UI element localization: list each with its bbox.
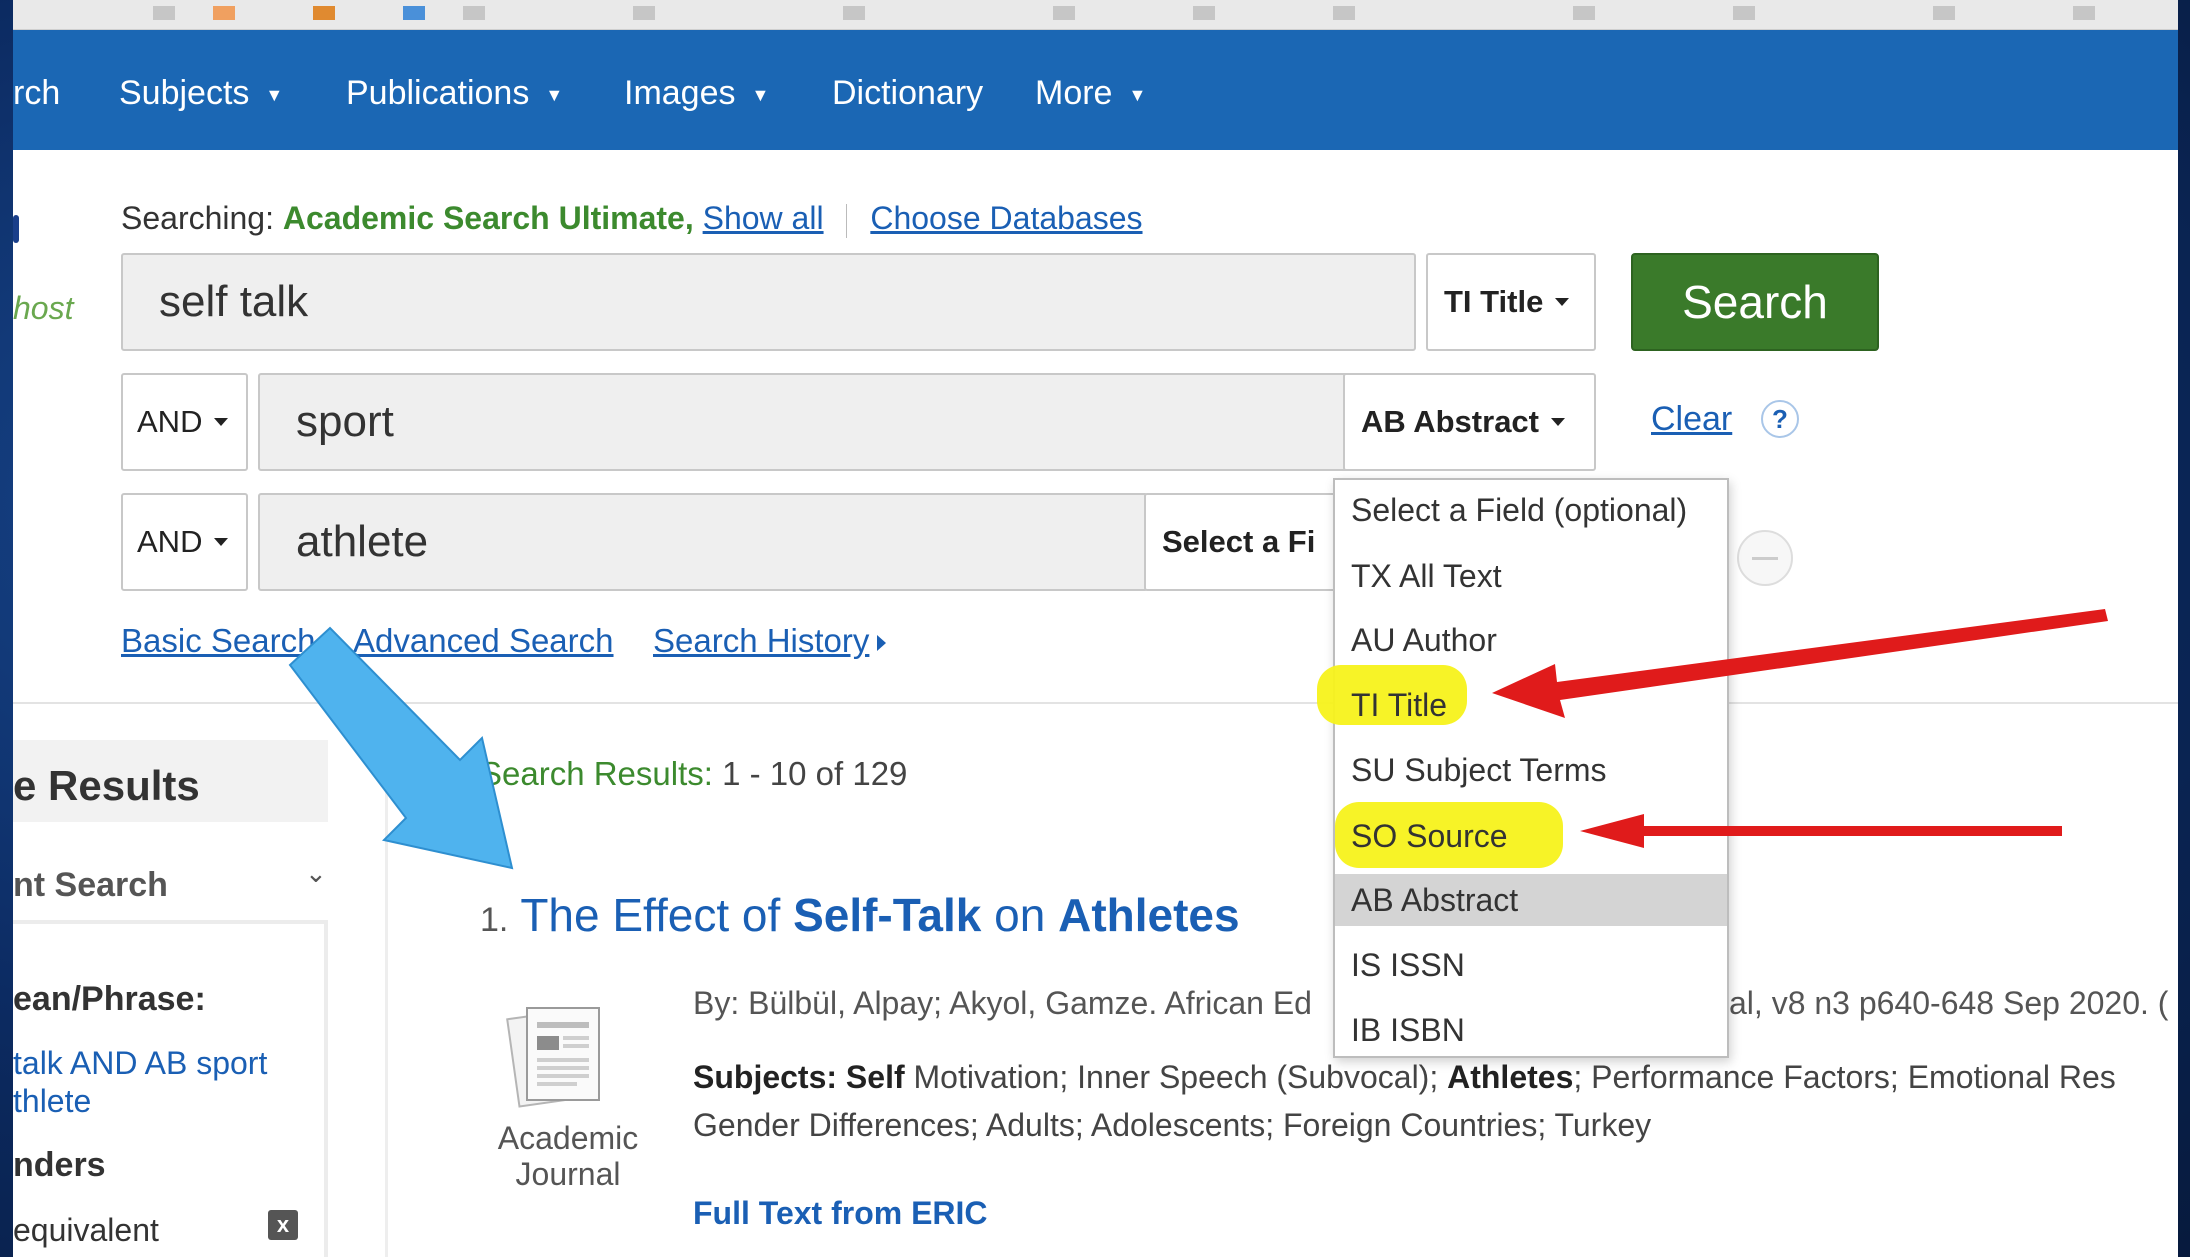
boolean-select-row-2[interactable]: AND xyxy=(121,373,248,471)
browser-toolbar xyxy=(13,0,2178,30)
subject-text-line2: Gender Differences; Adults; Adolescents;… xyxy=(693,1107,1652,1143)
caret-down-icon: ▼ xyxy=(545,84,564,105)
result-number: 1. xyxy=(480,901,509,939)
result-byline: By: Bülbül, Alpay; Akyol, Gamze. African… xyxy=(693,985,1312,1022)
field-select-row-1[interactable]: TI Title xyxy=(1426,253,1596,351)
caret-down-icon: ▼ xyxy=(265,84,284,105)
results-count-label: Search Results: xyxy=(480,755,713,792)
caret-down-icon xyxy=(214,538,229,546)
subject-text: ; Performance Factors; Emotional Res xyxy=(1573,1059,2116,1095)
title-part: The Effect of xyxy=(520,889,794,941)
dropdown-option[interactable]: Select a Field (optional) xyxy=(1335,484,1727,536)
subject-highlight: Athletes xyxy=(1447,1059,1574,1095)
academic-journal-icon xyxy=(506,1007,600,1108)
sidebar-title: e Results xyxy=(13,762,200,809)
dropdown-option[interactable]: IB ISBN xyxy=(1335,1004,1727,1056)
boolean-label: AND xyxy=(137,404,203,439)
nav-item-more[interactable]: More ▼ xyxy=(1035,74,1146,113)
search-input-row-3[interactable]: athlete xyxy=(258,493,1148,591)
caret-down-icon: ▼ xyxy=(751,84,770,105)
caret-down-icon xyxy=(1551,418,1565,426)
caret-down-icon xyxy=(1555,298,1570,306)
dropdown-option-so-source[interactable]: SO Source xyxy=(1335,810,1727,862)
field-select-label: AB Abstract xyxy=(1361,404,1539,439)
remove-row-icon[interactable] xyxy=(1737,530,1793,586)
logo-mark xyxy=(13,215,19,243)
search-results-count: Search Results: 1 - 10 of 129 xyxy=(480,755,907,793)
basic-search-link[interactable]: Basic Search xyxy=(121,622,315,660)
result-byline-right: al, v8 n3 p640-648 Sep 2020. ( xyxy=(1729,985,2168,1022)
query-line: thlete xyxy=(13,1083,92,1119)
boolean-label: AND xyxy=(137,524,203,559)
section-divider xyxy=(13,702,2178,704)
title-part-highlight: Self-Talk xyxy=(793,889,982,941)
byline-left: By: Bülbül, Alpay; Akyol, Gamze. African… xyxy=(693,985,1312,1021)
dropdown-option[interactable]: IS ISSN xyxy=(1335,939,1727,991)
byline-right: al, v8 n3 p640-648 Sep 2020. ( xyxy=(1729,985,2169,1021)
dropdown-option[interactable]: TX All Text xyxy=(1335,550,1727,602)
type-line: Journal xyxy=(515,1156,621,1192)
top-navigation-bar: rch Subjects ▼ Publications ▼ Images ▼ Dict… xyxy=(13,30,2178,150)
search-input-row-2[interactable]: sport xyxy=(258,373,1348,471)
result-subjects: Subjects: Self Motivation; Inner Speech … xyxy=(693,1053,2116,1149)
caret-down-icon: ▼ xyxy=(1128,84,1147,105)
subjects-label: Subjects: xyxy=(693,1059,838,1095)
field-select-row-3[interactable]: Select a Fi xyxy=(1144,493,1344,591)
basic-search-label: Basic Search xyxy=(121,622,316,659)
advanced-search-link[interactable]: Advanced Search xyxy=(353,622,614,660)
expanders-label: nders xyxy=(13,1146,106,1184)
clear-link[interactable]: Clear xyxy=(1651,400,1732,439)
database-name: Academic Search Ultimate, xyxy=(282,200,694,236)
search-button[interactable]: Search xyxy=(1631,253,1879,351)
boolean-phrase-label: ean/Phrase: xyxy=(13,980,206,1018)
searching-label: Searching: xyxy=(121,200,274,236)
dropdown-option-ti-title[interactable]: TI Title xyxy=(1335,679,1727,731)
help-icon[interactable]: ? xyxy=(1761,400,1799,438)
title-part: on xyxy=(981,889,1059,941)
ebsco-host-logo: host xyxy=(13,290,74,326)
results-count-value: 1 - 10 of 129 xyxy=(722,755,908,792)
search-history-link[interactable]: Search History xyxy=(653,622,887,660)
publication-type-label: Academic Journal xyxy=(493,1120,643,1192)
field-select-label: TI Title xyxy=(1444,284,1544,319)
browser-screenshot: rch Subjects ▼ Publications ▼ Images ▼ Dict… xyxy=(13,0,2178,1257)
field-dropdown-menu: Select a Field (optional) TX All Text AU… xyxy=(1317,478,1729,1058)
choose-databases-link[interactable]: Choose Databases xyxy=(870,200,1142,236)
caret-down-icon xyxy=(214,418,229,426)
refine-results-header: e Results xyxy=(13,740,328,822)
field-select-label: Select a Fi xyxy=(1162,524,1316,559)
searching-database-line: Searching: Academic Search Ultimate, Sho… xyxy=(121,200,1143,238)
nav-item-search[interactable]: rch xyxy=(13,74,60,113)
full-text-link[interactable]: Full Text from ERIC xyxy=(693,1195,988,1232)
boolean-select-row-3[interactable]: AND xyxy=(121,493,248,591)
title-part-highlight: Athletes xyxy=(1058,889,1240,941)
nav-item-images[interactable]: Images ▼ xyxy=(624,74,769,113)
nav-item-dictionary[interactable]: Dictionary xyxy=(832,74,983,113)
current-search-heading[interactable]: nt Search xyxy=(13,866,168,905)
advanced-search-label: Advanced Search xyxy=(353,622,614,659)
field-select-row-2[interactable]: AB Abstract xyxy=(1343,373,1596,471)
nav-item-publications[interactable]: Publications ▼ xyxy=(346,74,563,113)
query-line: talk AND AB sport xyxy=(13,1045,268,1081)
dropdown-option[interactable]: SU Subject Terms xyxy=(1335,744,1727,796)
current-query-link[interactable]: talk AND AB sport thlete xyxy=(13,1044,267,1120)
subject-text: Motivation; Inner Speech (Subvocal); xyxy=(904,1059,1448,1095)
dropdown-option-selected[interactable]: AB Abstract xyxy=(1335,874,1727,926)
apply-equivalent-subjects: equivalent xyxy=(13,1212,159,1248)
result-title-link[interactable]: 1. The Effect of Self-Talk on Athletes xyxy=(480,888,1240,942)
dropdown-option[interactable]: AU Author xyxy=(1335,614,1727,666)
search-input-row-1[interactable]: self talk xyxy=(121,253,1416,351)
show-all-link[interactable]: Show all xyxy=(703,200,824,236)
subject-highlight: Self xyxy=(845,1059,905,1095)
separator xyxy=(846,203,848,238)
caret-right-icon xyxy=(877,635,887,652)
chevron-down-icon[interactable]: ⌄ xyxy=(305,858,327,889)
column-divider xyxy=(385,740,388,1257)
type-line: Academic xyxy=(497,1120,639,1156)
close-icon[interactable]: x xyxy=(268,1210,298,1240)
search-history-label: Search History xyxy=(653,622,870,659)
nav-item-subjects[interactable]: Subjects ▼ xyxy=(119,74,283,113)
